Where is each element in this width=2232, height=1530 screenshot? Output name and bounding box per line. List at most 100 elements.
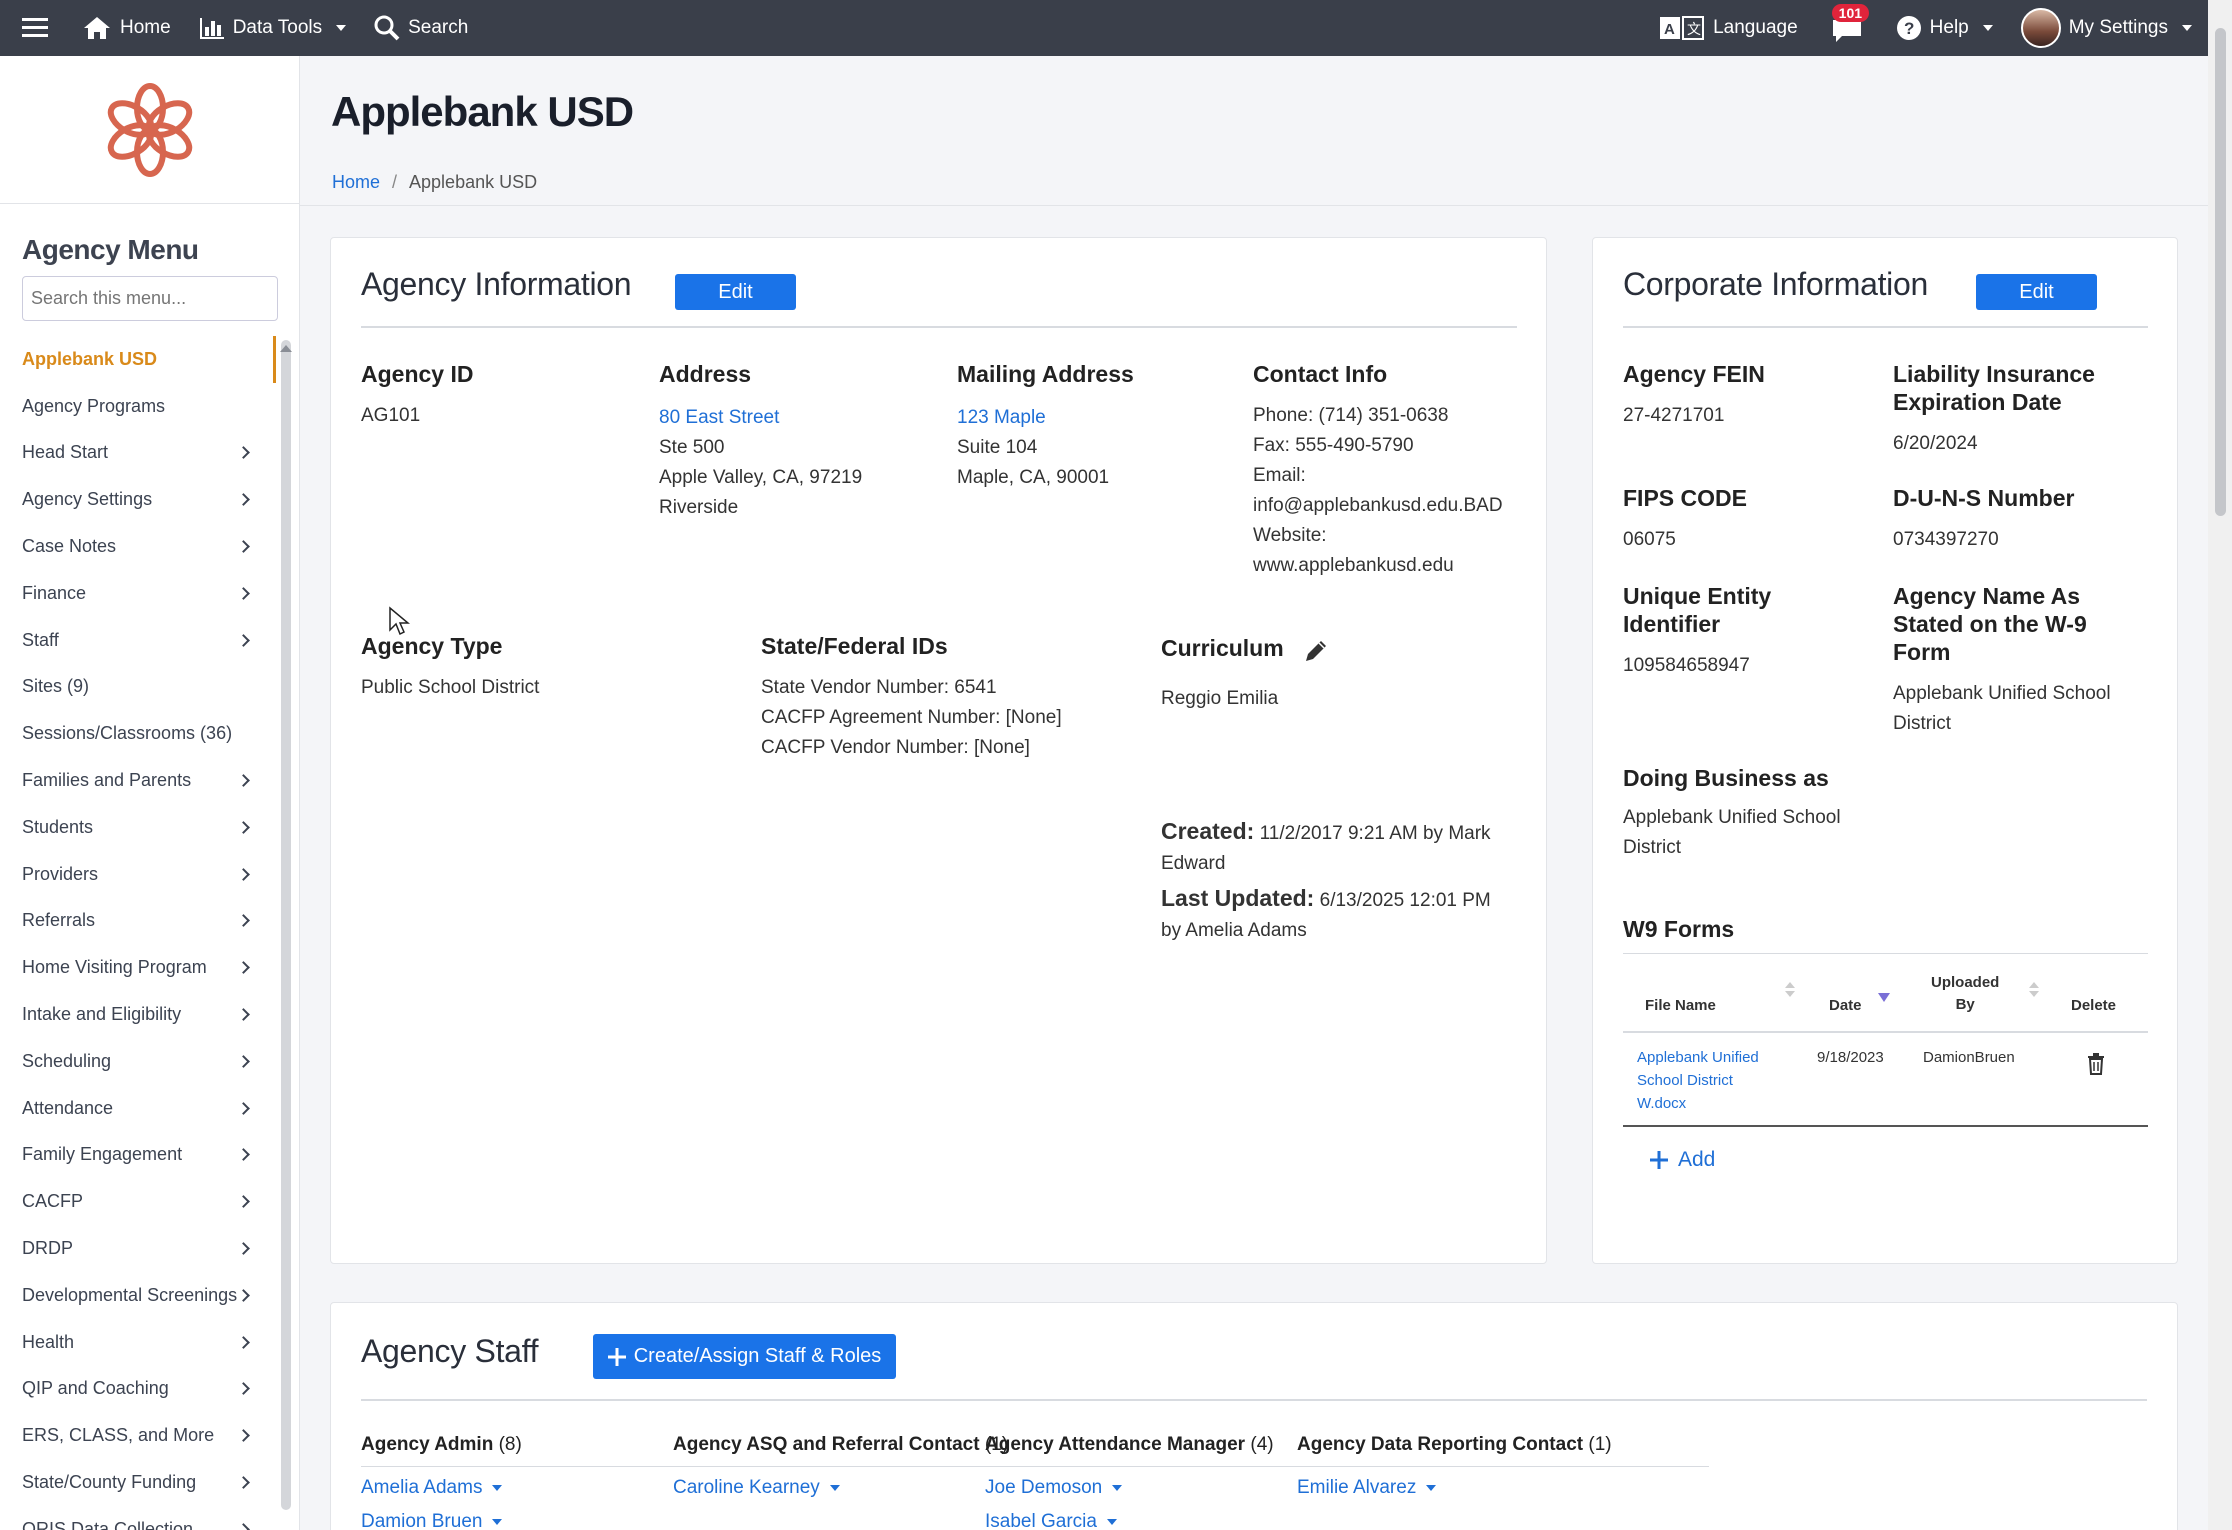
sidebar-item-family-engagement[interactable]: Family Engagement xyxy=(0,1132,276,1179)
chevron-down-icon xyxy=(2182,25,2192,31)
nav-home-label: Home xyxy=(120,17,171,38)
hamburger-icon xyxy=(22,18,48,37)
sidebar-item-referrals[interactable]: Referrals xyxy=(0,898,276,945)
address-link[interactable]: 80 East Street xyxy=(659,407,779,428)
sidebar-item-families-and-parents[interactable]: Families and Parents xyxy=(0,757,276,804)
breadcrumb-home-link[interactable]: Home xyxy=(332,172,380,193)
sidebar-item-label: Sessions/Classrooms (36) xyxy=(22,723,233,744)
scroll-up-arrow-icon[interactable] xyxy=(280,345,292,352)
page-scrollbar[interactable] xyxy=(2208,0,2232,1530)
staff-person-dropdown[interactable]: Damion Bruen xyxy=(361,1511,503,1530)
sort-desc-icon[interactable] xyxy=(1877,991,1891,1003)
website-label: Website: xyxy=(1253,525,1327,546)
sidebar-item-developmental-screenings[interactable]: Developmental Screenings xyxy=(0,1272,276,1319)
sidebar-item-sites-9[interactable]: Sites (9) xyxy=(0,664,276,711)
breadcrumb-separator: / xyxy=(392,172,398,192)
mailing-address-link[interactable]: 123 Maple xyxy=(957,407,1046,428)
doing-business-as-label: Doing Business as xyxy=(1623,765,1829,791)
w9-file-name-line1[interactable]: Applebank Unified xyxy=(1637,1049,1759,1066)
address-label: Address xyxy=(659,361,752,387)
sidebar-item-cacfp[interactable]: CACFP xyxy=(0,1178,276,1225)
sidebar-item-agency-settings[interactable]: Agency Settings xyxy=(0,476,276,523)
state-federal-ids-block: State Vendor Number: 6541 CACFP Agreemen… xyxy=(761,673,1062,763)
sidebar-item-drdp[interactable]: DRDP xyxy=(0,1225,276,1272)
trash-icon[interactable] xyxy=(2087,1053,2105,1075)
create-assign-staff-button[interactable]: Create/Assign Staff & Roles xyxy=(593,1334,896,1379)
w9-col-date[interactable]: Date xyxy=(1829,995,1862,1017)
plus-icon xyxy=(1650,1151,1668,1169)
sidebar-item-case-notes[interactable]: Case Notes xyxy=(0,523,276,570)
nav-help[interactable]: ? Help xyxy=(1882,0,2007,56)
sidebar-item-intake-and-eligibility[interactable]: Intake and Eligibility xyxy=(0,991,276,1038)
uploaded-by-line2: By xyxy=(1955,996,1975,1013)
sidebar-item-attendance[interactable]: Attendance xyxy=(0,1085,276,1132)
chevron-right-icon xyxy=(237,540,250,553)
top-navbar: Home Data Tools Search A文 Language 101 ?… xyxy=(0,0,2232,56)
staff-role-heading: Agency Data Reporting Contact (1) xyxy=(1297,1434,1612,1456)
dba-line1: Applebank Unified School xyxy=(1623,807,1841,828)
agency-info-edit-button[interactable]: Edit xyxy=(675,274,796,310)
sidebar-item-finance[interactable]: Finance xyxy=(0,570,276,617)
nav-help-label: Help xyxy=(1929,17,1969,38)
w9-uploaded-by-cell: DamionBruen xyxy=(1923,1049,2015,1066)
nav-notifications[interactable]: 101 xyxy=(1812,0,1882,56)
state-vendor-number: State Vendor Number: 6541 xyxy=(761,677,997,698)
bar-chart-icon xyxy=(199,18,224,39)
agency-information-title: Agency Information xyxy=(361,266,632,302)
w9-file-name-line2[interactable]: School District xyxy=(1637,1072,1733,1089)
sidebar-item-qris-data-collection[interactable]: QRIS Data Collection xyxy=(0,1506,276,1530)
sidebar-item-sessions-classrooms-36[interactable]: Sessions/Classrooms (36) xyxy=(0,710,276,757)
sidebar-item-qip-and-coaching[interactable]: QIP and Coaching xyxy=(0,1366,276,1413)
sidebar-item-label: Head Start xyxy=(22,442,109,463)
cacfp-agreement-number: CACFP Agreement Number: [None] xyxy=(761,707,1062,728)
sidebar-item-agency-programs[interactable]: Agency Programs xyxy=(0,383,276,430)
w9-add-button[interactable]: Add xyxy=(1650,1148,1715,1172)
sort-icon[interactable] xyxy=(1785,982,1795,997)
staff-person-dropdown[interactable]: Caroline Kearney xyxy=(673,1477,840,1499)
w9-col-file-name[interactable]: File Name xyxy=(1645,995,1716,1017)
staff-person-dropdown[interactable]: Isabel Garcia xyxy=(985,1511,1117,1530)
sidebar-item-scheduling[interactable]: Scheduling xyxy=(0,1038,276,1085)
sidebar-item-home-visiting-program[interactable]: Home Visiting Program xyxy=(0,944,276,991)
sidebar-item-health[interactable]: Health xyxy=(0,1319,276,1366)
create-assign-staff-label: Create/Assign Staff & Roles xyxy=(633,1345,882,1367)
sidebar-item-head-start[interactable]: Head Start xyxy=(0,430,276,477)
staff-person-dropdown[interactable]: Joe Demoson xyxy=(985,1477,1123,1499)
chevron-right-icon xyxy=(237,1288,250,1302)
contact-info-block: Phone: (714) 351-0638 Fax: 555-490-5790 … xyxy=(1253,401,1503,581)
breadcrumb: Home / Applebank USD xyxy=(332,172,537,193)
uploaded-by-line1: Uploaded xyxy=(1931,974,2000,991)
sort-icon[interactable] xyxy=(2029,982,2039,997)
pencil-edit-icon[interactable] xyxy=(1303,638,1329,664)
w9-file-link[interactable]: Applebank Unified School District W.docx xyxy=(1637,1046,1759,1115)
nav-data-tools[interactable]: Data Tools xyxy=(185,0,360,56)
staff-person-dropdown[interactable]: Amelia Adams xyxy=(361,1477,503,1499)
sidebar-item-ers-class-and-more[interactable]: ERS, CLASS, and More xyxy=(0,1412,276,1459)
sidebar-item-applebank-usd[interactable]: Applebank USD xyxy=(0,336,276,383)
w9-name-label-line1: Agency Name As xyxy=(1893,583,2081,609)
menu-search-input[interactable] xyxy=(22,276,278,321)
sidebar-item-staff[interactable]: Staff xyxy=(0,617,276,664)
page-title: Applebank USD xyxy=(331,88,634,135)
chevron-right-icon xyxy=(237,914,250,928)
w9-file-name-line3[interactable]: W.docx xyxy=(1637,1095,1686,1112)
nav-my-settings[interactable]: My Settings xyxy=(2007,0,2232,56)
staff-person-dropdown[interactable]: Emilie Alvarez xyxy=(1297,1477,1437,1499)
nav-home[interactable]: Home xyxy=(68,0,185,56)
cacfp-vendor-number: CACFP Vendor Number: [None] xyxy=(761,737,1030,758)
nav-search[interactable]: Search xyxy=(360,0,482,56)
chevron-right-icon xyxy=(237,820,250,834)
nav-language[interactable]: A文 Language xyxy=(1645,0,1812,56)
staff-person-name: Isabel Garcia xyxy=(985,1511,1097,1530)
sidebar-item-state-county-funding[interactable]: State/County Funding xyxy=(0,1459,276,1506)
doing-business-as-value: Applebank Unified School District xyxy=(1623,803,1841,863)
sidebar-item-providers[interactable]: Providers xyxy=(0,851,276,898)
created-info: Created: 11/2/2017 9:21 AM by Mark Edwar… xyxy=(1161,816,1531,879)
hamburger-menu-button[interactable] xyxy=(0,0,68,56)
sidebar-item-students[interactable]: Students xyxy=(0,804,276,851)
corporate-info-edit-button[interactable]: Edit xyxy=(1976,274,2097,310)
scrollbar-thumb[interactable] xyxy=(2215,28,2226,516)
sidebar-scrollbar[interactable] xyxy=(281,340,291,1510)
w9-name-label-line3: Form xyxy=(1893,639,1951,665)
w9-col-uploaded-by[interactable]: Uploaded By xyxy=(1931,972,1999,1016)
